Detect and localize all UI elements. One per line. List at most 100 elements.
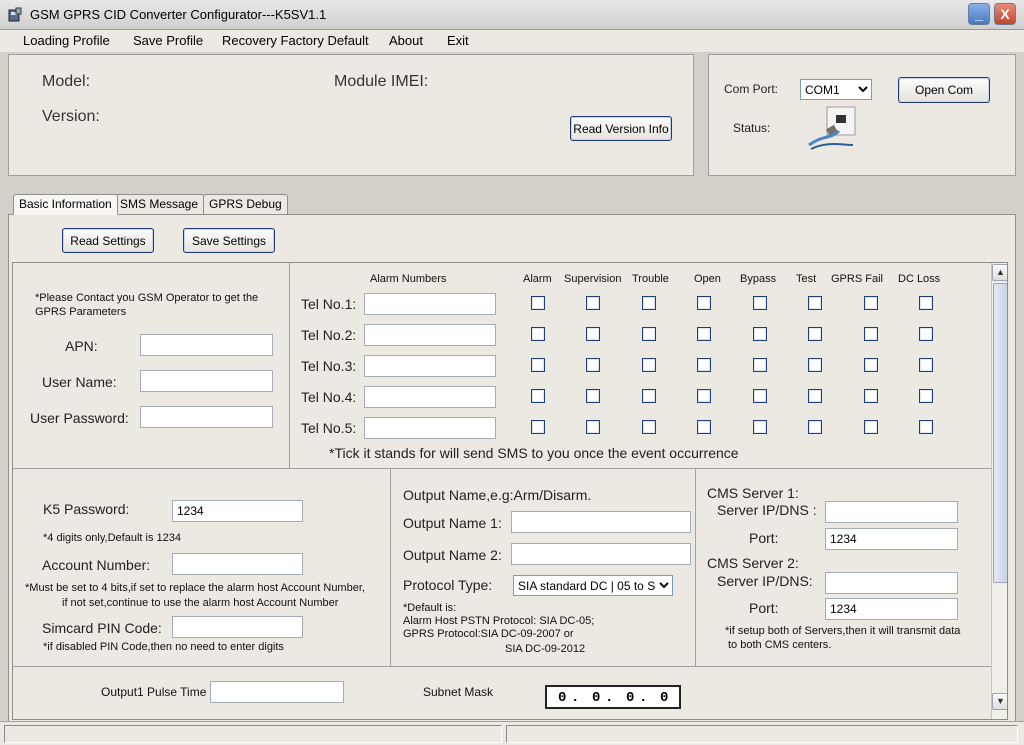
apn-label: APN: xyxy=(65,338,98,354)
bypass-checkbox[interactable] xyxy=(753,296,767,310)
model-label: Model: xyxy=(42,73,91,90)
cms-server1-label: CMS Server 1: xyxy=(707,485,799,501)
trouble-checkbox[interactable] xyxy=(642,327,656,341)
gprs-fail-checkbox[interactable] xyxy=(864,389,878,403)
tab-basic-information[interactable]: Basic Information xyxy=(13,194,118,215)
gprs-fail-checkbox[interactable] xyxy=(864,327,878,341)
scroll-thumb[interactable] xyxy=(993,283,1007,583)
open-checkbox[interactable] xyxy=(697,420,711,434)
test-checkbox[interactable] xyxy=(808,389,822,403)
dc-loss-checkbox[interactable] xyxy=(919,420,933,434)
account-note-1: *Must be set to 4 bits,if set to replace… xyxy=(25,582,365,594)
test-checkbox[interactable] xyxy=(808,420,822,434)
alarm-checkbox[interactable] xyxy=(531,327,545,341)
tel-input-3[interactable] xyxy=(364,355,496,377)
trouble-checkbox[interactable] xyxy=(642,389,656,403)
octet-dot: . xyxy=(571,690,580,706)
k5-password-input[interactable] xyxy=(172,500,303,522)
supervision-checkbox[interactable] xyxy=(586,389,600,403)
dc-loss-checkbox[interactable] xyxy=(919,296,933,310)
col-dc-loss: DC Loss xyxy=(898,273,941,285)
alarm-checkbox[interactable] xyxy=(531,389,545,403)
status-pane-1 xyxy=(4,725,502,743)
minimize-button[interactable]: _ xyxy=(968,3,990,25)
subnet-octet-3: 0 xyxy=(626,690,635,706)
user-name-input[interactable] xyxy=(140,370,273,392)
supervision-checkbox[interactable] xyxy=(586,358,600,372)
close-button[interactable]: X xyxy=(994,3,1016,25)
tab-sms-message[interactable]: SMS Message xyxy=(114,194,205,214)
version-label: Version: xyxy=(42,108,100,125)
tel-input-2[interactable] xyxy=(364,324,496,346)
alarm-checkbox[interactable] xyxy=(531,296,545,310)
subnet-octet-2: 0 xyxy=(592,690,601,706)
output-name2-input[interactable] xyxy=(511,543,691,565)
tab-gprs-debug[interactable]: GPRS Debug xyxy=(203,194,288,214)
open-checkbox[interactable] xyxy=(697,296,711,310)
user-password-label: User Password: xyxy=(30,410,129,426)
scroll-up-arrow-icon[interactable]: ▲ xyxy=(992,264,1007,281)
test-checkbox[interactable] xyxy=(808,296,822,310)
dc-loss-checkbox[interactable] xyxy=(919,327,933,341)
divider xyxy=(390,468,391,666)
test-checkbox[interactable] xyxy=(808,358,822,372)
menu-recovery-default[interactable]: Recovery Factory Default xyxy=(222,33,369,48)
divider xyxy=(13,468,993,469)
settings-scroll-area[interactable]: *Please Contact you GSM Operator to get … xyxy=(12,262,1008,720)
apn-input[interactable] xyxy=(140,334,273,356)
tel-input-5[interactable] xyxy=(364,417,496,439)
tel-input-4[interactable] xyxy=(364,386,496,408)
tel-label: Tel No.2: xyxy=(301,327,357,343)
cms-server1-port-input[interactable] xyxy=(825,528,958,550)
open-com-button[interactable]: Open Com xyxy=(898,77,990,103)
bypass-checkbox[interactable] xyxy=(753,389,767,403)
save-settings-button[interactable]: Save Settings xyxy=(183,228,275,253)
menu-loading-profile[interactable]: Loading Profile xyxy=(23,33,110,48)
default-note-2: Alarm Host PSTN Protocol: SIA DC-05; xyxy=(403,615,595,627)
alarm-checkbox[interactable] xyxy=(531,420,545,434)
menu-save-profile[interactable]: Save Profile xyxy=(133,33,203,48)
read-settings-button[interactable]: Read Settings xyxy=(62,228,154,253)
supervision-checkbox[interactable] xyxy=(586,420,600,434)
bypass-checkbox[interactable] xyxy=(753,358,767,372)
cms-server2-port-input[interactable] xyxy=(825,598,958,620)
trouble-checkbox[interactable] xyxy=(642,358,656,372)
scroll-down-arrow-icon[interactable]: ▼ xyxy=(992,693,1007,710)
trouble-checkbox[interactable] xyxy=(642,296,656,310)
open-checkbox[interactable] xyxy=(697,389,711,403)
read-version-button[interactable]: Read Version Info xyxy=(570,116,672,141)
menu-about[interactable]: About xyxy=(389,33,423,48)
dc-loss-checkbox[interactable] xyxy=(919,358,933,372)
protocol-select[interactable]: SIA standard DC | 05 to S xyxy=(513,575,673,596)
com-port-select[interactable]: COM1 xyxy=(800,79,872,100)
test-checkbox[interactable] xyxy=(808,327,822,341)
menu-exit[interactable]: Exit xyxy=(447,33,469,48)
gprs-fail-checkbox[interactable] xyxy=(864,358,878,372)
status-label: Status: xyxy=(733,121,771,135)
alarm-checkbox[interactable] xyxy=(531,358,545,372)
subnet-mask-input[interactable]: 0 . 0 . 0 . 0 xyxy=(545,685,681,709)
cms-server1-ip-input[interactable] xyxy=(825,501,958,523)
tel-input-1[interactable] xyxy=(364,293,496,315)
pin-input[interactable] xyxy=(172,616,303,638)
gprs-fail-checkbox[interactable] xyxy=(864,420,878,434)
cms-server2-ip-input[interactable] xyxy=(825,572,958,594)
dc-loss-checkbox[interactable] xyxy=(919,389,933,403)
open-checkbox[interactable] xyxy=(697,358,711,372)
gprs-fail-checkbox[interactable] xyxy=(864,296,878,310)
title-bar[interactable]: GSM GPRS CID Converter Configurator---K5… xyxy=(0,0,1024,30)
supervision-checkbox[interactable] xyxy=(586,327,600,341)
account-number-input[interactable] xyxy=(172,553,303,575)
bypass-checkbox[interactable] xyxy=(753,420,767,434)
output-name1-input[interactable] xyxy=(511,511,691,533)
bypass-checkbox[interactable] xyxy=(753,327,767,341)
supervision-checkbox[interactable] xyxy=(586,296,600,310)
user-password-input[interactable] xyxy=(140,406,273,428)
vertical-scrollbar[interactable]: ▲ ▼ xyxy=(991,263,1007,719)
tel-label: Tel No.3: xyxy=(301,358,357,374)
open-checkbox[interactable] xyxy=(697,327,711,341)
default-note-4: SIA DC-09-2012 xyxy=(505,643,586,655)
pulse-time-input[interactable] xyxy=(210,681,344,703)
cms-server2-label: CMS Server 2: xyxy=(707,555,799,571)
trouble-checkbox[interactable] xyxy=(642,420,656,434)
